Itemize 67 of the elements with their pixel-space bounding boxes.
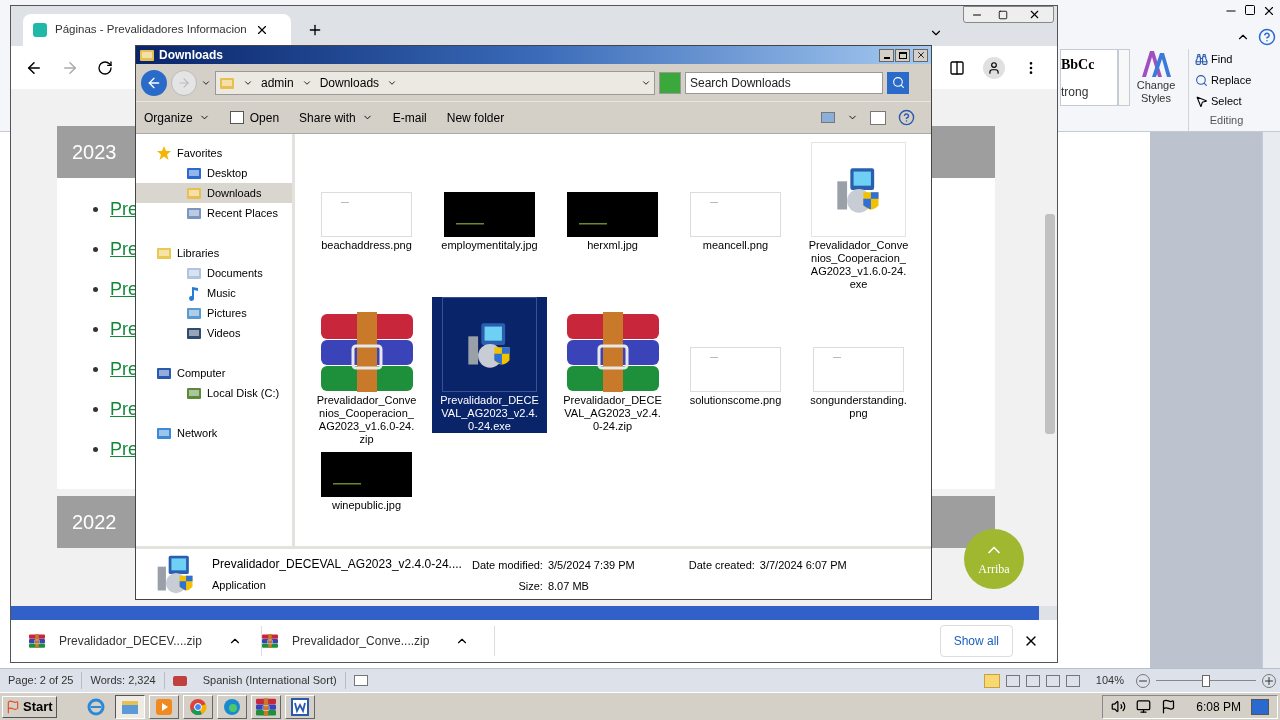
file-item[interactable]: Prevalidador_DECEVAL_AG2023_v2.4.0-24.exe	[432, 297, 547, 433]
file-name: Prevalidador_DECEVAL_AG2023_v2.4.0-24....	[212, 555, 462, 573]
file-name: beachaddress.png	[320, 239, 413, 252]
toolbar-button[interactable]: New folder	[446, 108, 505, 127]
file-item[interactable]: Prevalidador_DECEVAL_AG2023_v2.4.0-24.zip	[555, 297, 670, 433]
toolbar-button[interactable]: Share with	[299, 108, 373, 127]
style-gallery[interactable]: BbCc trong	[1060, 49, 1118, 106]
detail-label: Date created:	[688, 558, 755, 573]
detail-label: Date modified:	[472, 558, 543, 573]
window-title: Downloads	[159, 47, 223, 64]
nav-item[interactable]: Recent Places	[136, 203, 292, 223]
search-field[interactable]: Search Downloads	[685, 71, 883, 94]
nav-item[interactable]: Desktop	[136, 163, 292, 183]
page-count[interactable]: Page: 2 of 25	[0, 672, 83, 689]
nav-item[interactable]: Downloads	[136, 183, 292, 203]
detail-value: 8.07 MB	[547, 578, 590, 594]
nav-item[interactable]: Computer	[136, 363, 292, 383]
detail-value: 3/5/2024 7:39 PM	[547, 558, 635, 573]
nav-item[interactable]: Network	[136, 423, 292, 443]
file-name: employmentitaly.jpg	[440, 239, 539, 252]
find-button[interactable]: Find	[1195, 49, 1258, 70]
file-name: Prevalidador_DECEVAL_AG2023_v2.4.0-24.zip	[562, 394, 663, 433]
toolbar-button[interactable]: Open	[229, 108, 280, 127]
file-name: solutionscome.png	[688, 394, 783, 407]
file-item[interactable]: employmentitaly.jpg	[432, 142, 547, 252]
word-count[interactable]: Words: 2,324	[82, 672, 165, 689]
file-name: Prevalidador_Convenios_Cooperacion_AG2023_v1.6.0-24.exe	[808, 239, 909, 291]
toolbar-button[interactable]: Organize	[144, 108, 210, 127]
download-item[interactable]: Prevalidador_DECEV....zip	[29, 626, 262, 656]
download-item[interactable]: Prevalidador_Conve....zip	[262, 626, 495, 656]
nav-item[interactable]: Music	[136, 283, 292, 303]
nav-item[interactable]: Libraries	[136, 243, 292, 263]
start-button[interactable]: Start	[2, 695, 57, 718]
show-all-button[interactable]: Show all	[939, 625, 1013, 657]
file-name: Prevalidador_DECEVAL_AG2023_v2.4.0-24.exe	[439, 394, 540, 433]
browser-tab[interactable]: Páginas - Prevalidadores Informacion	[23, 14, 291, 46]
group-label: Editing	[1208, 113, 1245, 128]
select-button[interactable]: Select	[1195, 91, 1258, 112]
detail-label: Size:	[517, 578, 543, 594]
file-item[interactable]: herxml.jpg	[555, 142, 670, 252]
replace-button[interactable]: Replace	[1195, 70, 1258, 91]
file-item[interactable]: meancell.png	[678, 142, 793, 252]
nav-item[interactable]: Videos	[136, 323, 292, 343]
nav-item[interactable]: Pictures	[136, 303, 292, 323]
file-item[interactable]: beachaddress.png	[309, 142, 424, 252]
nav-item[interactable]: Favorites	[136, 143, 292, 163]
file-item[interactable]: Prevalidador_Convenios_Cooperacion_AG2023_v1.6.0-24.zip	[309, 297, 424, 446]
zoom-level[interactable]: 104%	[1095, 672, 1124, 689]
language[interactable]: Spanish (International Sort)	[194, 672, 346, 689]
toolbar-button[interactable]: E-mail	[392, 108, 427, 127]
nav-item[interactable]: Local Disk (C:)	[136, 383, 292, 403]
file-name: herxml.jpg	[586, 239, 639, 252]
breadcrumb[interactable]: admin	[261, 73, 294, 92]
file-name: Prevalidador_Convenios_Cooperacion_AG2023_v1.6.0-24.zip	[316, 394, 417, 446]
file-item[interactable]: solutionscome.png	[678, 297, 793, 407]
clock[interactable]: 6:08 PM	[1196, 697, 1241, 716]
file-type: Application	[212, 577, 267, 593]
breadcrumb[interactable]: Downloads	[319, 73, 380, 92]
file-item[interactable]: songunderstanding.png	[801, 297, 916, 420]
file-name: winepublic.jpg	[330, 499, 403, 512]
address-bar[interactable]: admin Downloads	[215, 70, 655, 95]
file-item[interactable]: winepublic.jpg	[309, 452, 424, 512]
file-name: songunderstanding.png	[809, 394, 908, 420]
change-styles-button[interactable]: Change Styles	[1130, 49, 1182, 131]
nav-item[interactable]: Documents	[136, 263, 292, 283]
detail-value: 3/7/2024 6:07 PM	[759, 558, 847, 573]
file-name: meancell.png	[701, 239, 770, 252]
